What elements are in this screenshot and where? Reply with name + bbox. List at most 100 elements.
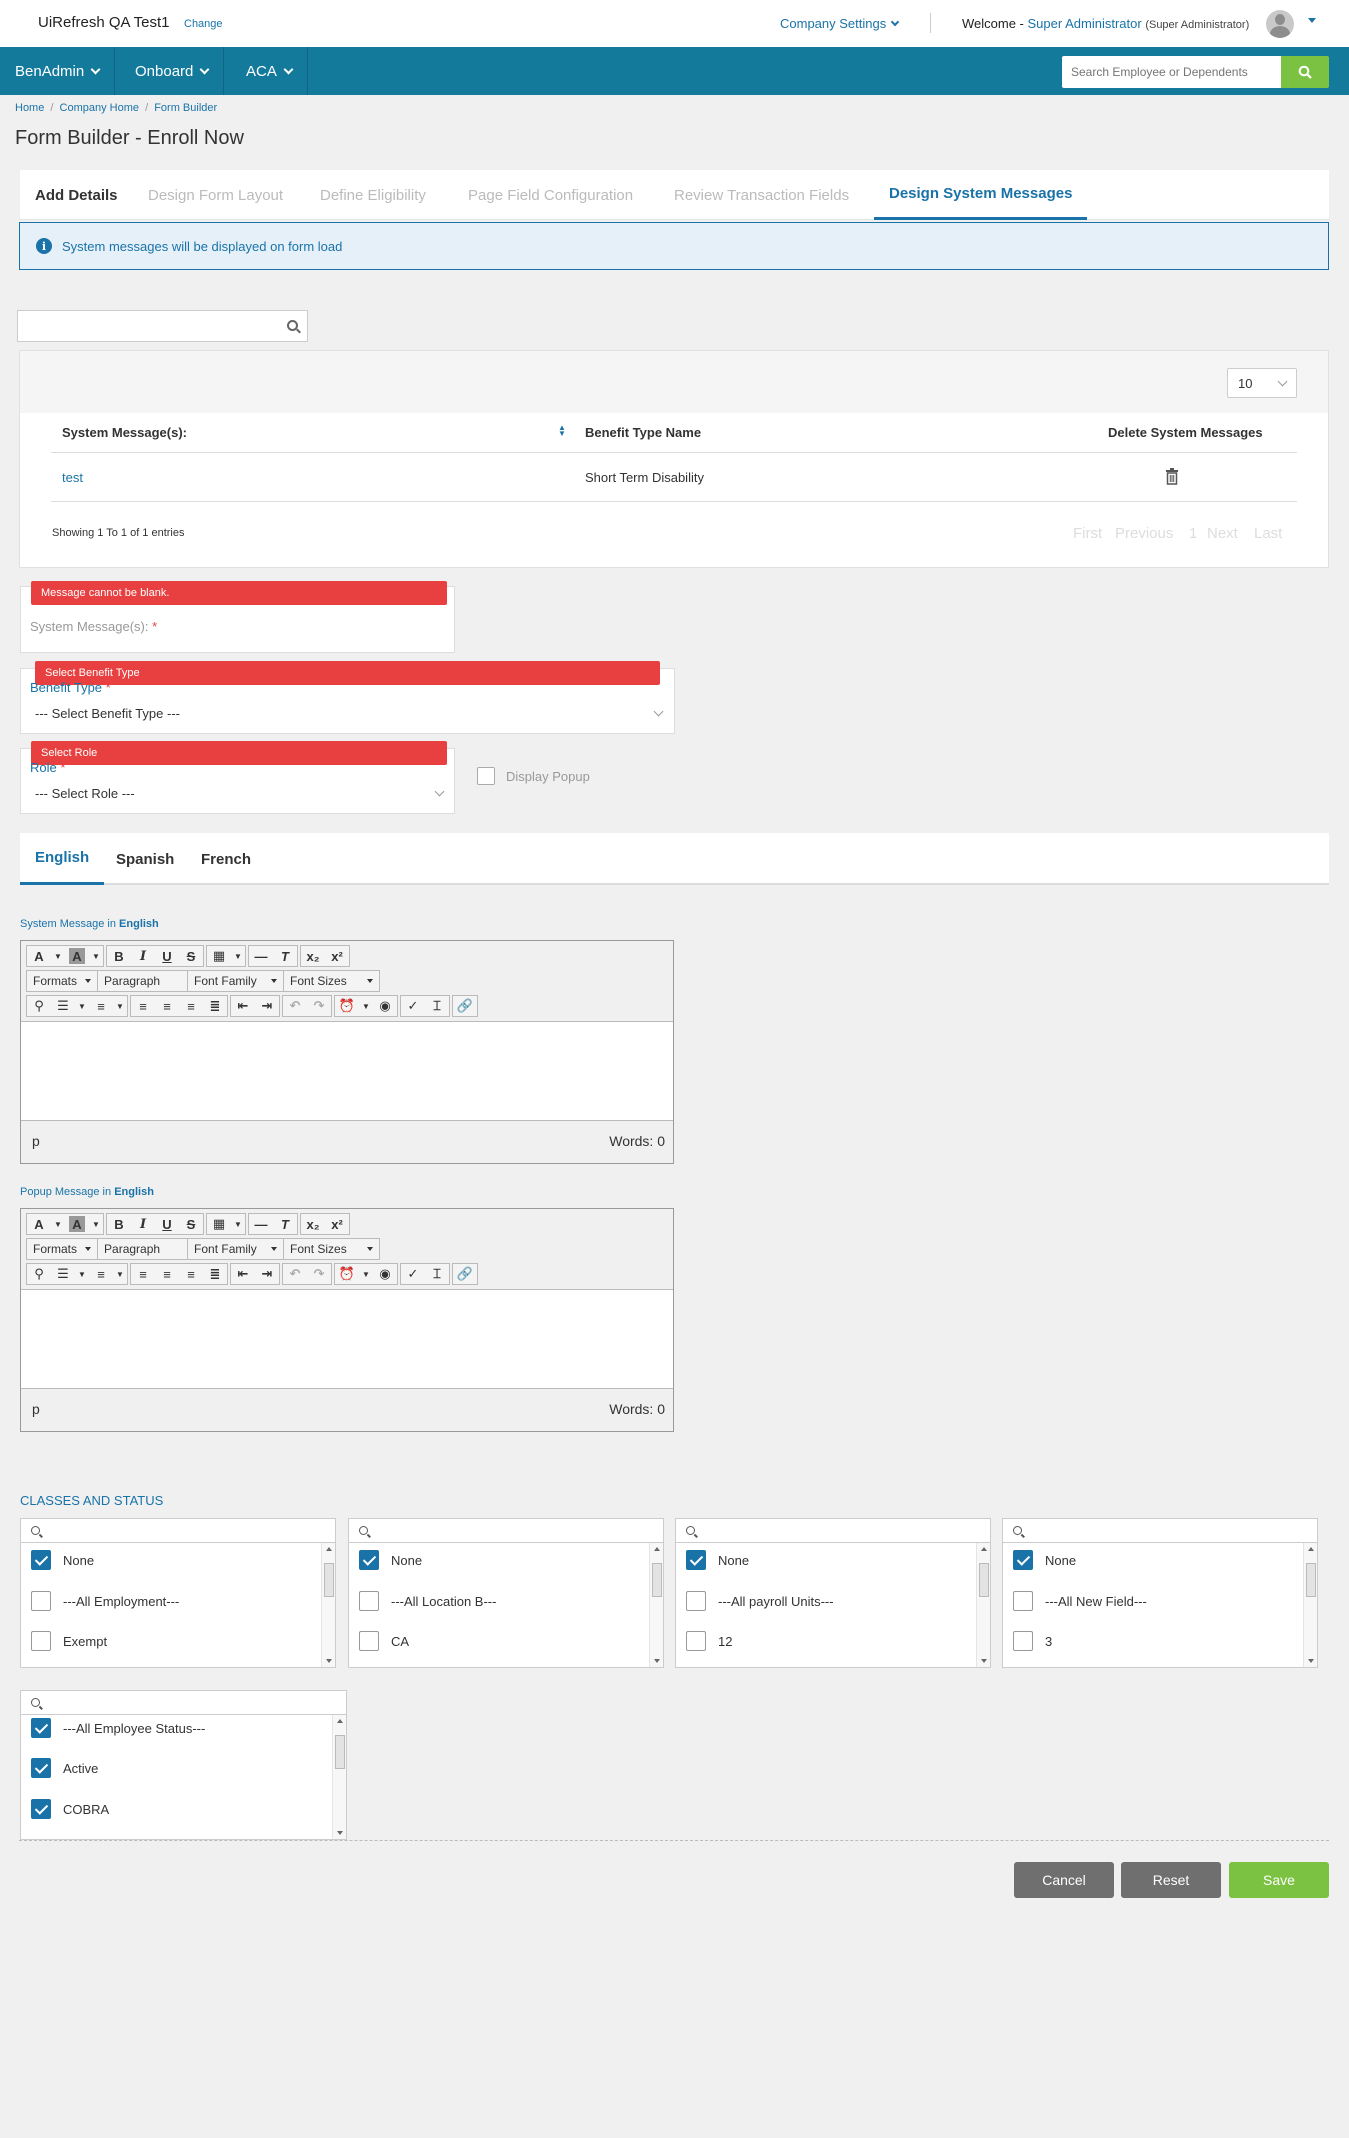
breadcrumb-home[interactable]: Home xyxy=(15,102,44,114)
bullet-list-icon[interactable]: ☰ xyxy=(51,1263,75,1285)
italic-icon[interactable]: I xyxy=(131,1213,155,1235)
dropdown-arrow-icon[interactable]: ▼ xyxy=(75,1263,89,1285)
underline-icon[interactable]: U xyxy=(155,1213,179,1235)
scroll-down-icon[interactable] xyxy=(326,1659,332,1663)
subscript-icon[interactable]: x₂ xyxy=(301,1213,325,1235)
outdent-icon[interactable]: ⇤ xyxy=(231,995,255,1017)
system-message-text-area[interactable] xyxy=(21,1021,673,1121)
list-item[interactable]: None xyxy=(1013,1550,1076,1570)
checkbox[interactable] xyxy=(686,1631,706,1651)
horizontal-rule-icon[interactable]: — xyxy=(249,1213,273,1235)
bold-icon[interactable]: B xyxy=(107,945,131,967)
redo-icon[interactable]: ↷ xyxy=(307,1263,331,1285)
scroll-down-icon[interactable] xyxy=(1308,1659,1314,1663)
dropdown-arrow-icon[interactable]: ▼ xyxy=(89,945,103,967)
scroll-up-icon[interactable] xyxy=(1308,1547,1314,1551)
align-center-icon[interactable]: ≡ xyxy=(155,995,179,1017)
breadcrumb-form-builder[interactable]: Form Builder xyxy=(154,102,217,114)
checkbox[interactable] xyxy=(31,1550,51,1570)
scroll-down-icon[interactable] xyxy=(654,1659,660,1663)
outdent-icon[interactable]: ⇤ xyxy=(231,1263,255,1285)
list-item[interactable]: 12 xyxy=(686,1631,732,1651)
tab-french[interactable]: French xyxy=(201,833,251,885)
cancel-button[interactable]: Cancel xyxy=(1014,1862,1114,1898)
strikethrough-icon[interactable]: S xyxy=(179,1213,203,1235)
formats-select[interactable]: Formats xyxy=(27,1239,99,1259)
scroll-thumb[interactable] xyxy=(324,1563,334,1597)
font-sizes-select[interactable]: Font Sizes xyxy=(284,1239,379,1259)
checkbox[interactable] xyxy=(359,1631,379,1651)
date-time-icon[interactable]: ⏰ xyxy=(335,1263,359,1285)
company-settings-menu[interactable]: Company Settings xyxy=(780,16,900,31)
list-item[interactable]: CA xyxy=(359,1631,409,1651)
row-message-link[interactable]: test xyxy=(62,470,83,485)
find-replace-icon[interactable]: ⚲ xyxy=(27,1263,51,1285)
clear-format-icon[interactable]: T xyxy=(273,1213,297,1235)
checkbox[interactable] xyxy=(1013,1631,1033,1651)
list-item[interactable]: 3 xyxy=(1013,1631,1052,1651)
list-item[interactable]: ---All payroll Units--- xyxy=(686,1591,834,1611)
bold-icon[interactable]: B xyxy=(107,1213,131,1235)
nav-aca[interactable]: ACA xyxy=(231,47,308,95)
pager-page-1[interactable]: 1 xyxy=(1189,525,1197,542)
font-family-select[interactable]: Font Family xyxy=(188,1239,285,1259)
dropdown-arrow-icon[interactable]: ▼ xyxy=(51,1213,65,1235)
formats-select[interactable]: Formats xyxy=(27,971,99,991)
list-search-input[interactable] xyxy=(21,1691,346,1715)
page-break-icon[interactable]: ⌶ xyxy=(425,995,449,1017)
preview-icon[interactable]: ◉ xyxy=(373,995,397,1017)
breadcrumb-company-home[interactable]: Company Home xyxy=(60,102,139,114)
find-replace-icon[interactable]: ⚲ xyxy=(27,995,51,1017)
popup-message-text-area[interactable] xyxy=(21,1289,673,1389)
dropdown-arrow-icon[interactable]: ▼ xyxy=(113,995,127,1017)
dropdown-arrow-icon[interactable]: ▼ xyxy=(231,1213,245,1235)
paragraph-select[interactable]: Paragraph xyxy=(98,971,189,991)
scroll-up-icon[interactable] xyxy=(981,1547,987,1551)
align-center-icon[interactable]: ≡ xyxy=(155,1263,179,1285)
scroll-thumb[interactable] xyxy=(979,1563,989,1597)
checkbox[interactable] xyxy=(31,1718,51,1738)
checkbox[interactable] xyxy=(686,1591,706,1611)
save-button[interactable]: Save xyxy=(1229,1862,1329,1898)
change-company-link[interactable]: Change xyxy=(184,18,223,30)
dropdown-arrow-icon[interactable]: ▼ xyxy=(75,995,89,1017)
date-time-icon[interactable]: ⏰ xyxy=(335,995,359,1017)
indent-icon[interactable]: ⇥ xyxy=(255,995,279,1017)
numbered-list-icon[interactable]: ≡ xyxy=(89,995,113,1017)
checkbox[interactable] xyxy=(31,1799,51,1819)
paragraph-select[interactable]: Paragraph xyxy=(98,1239,189,1259)
pager-first[interactable]: First xyxy=(1073,525,1102,542)
list-scrollbar[interactable] xyxy=(976,1543,990,1667)
tab-design-system-messages[interactable]: Design System Messages xyxy=(874,170,1088,220)
list-item[interactable]: ---All Employment--- xyxy=(31,1591,179,1611)
scroll-thumb[interactable] xyxy=(1306,1563,1316,1597)
pager-last[interactable]: Last xyxy=(1254,525,1282,542)
justify-icon[interactable]: ≣ xyxy=(203,1263,227,1285)
list-search-input[interactable] xyxy=(1003,1519,1317,1543)
spellcheck-icon[interactable]: ✓ xyxy=(401,1263,425,1285)
tab-add-details[interactable]: Add Details xyxy=(35,170,118,220)
col-system-message[interactable]: System Message(s): xyxy=(62,425,187,440)
text-color-icon[interactable]: A xyxy=(27,1213,51,1235)
list-scrollbar[interactable] xyxy=(321,1543,335,1667)
list-item[interactable]: ---All Location B--- xyxy=(359,1591,496,1611)
scroll-up-icon[interactable] xyxy=(654,1547,660,1551)
scroll-up-icon[interactable] xyxy=(326,1547,332,1551)
align-right-icon[interactable]: ≡ xyxy=(179,1263,203,1285)
checkbox[interactable] xyxy=(1013,1591,1033,1611)
spellcheck-icon[interactable]: ✓ xyxy=(401,995,425,1017)
tab-spanish[interactable]: Spanish xyxy=(116,833,174,885)
checkbox[interactable] xyxy=(31,1631,51,1651)
justify-icon[interactable]: ≣ xyxy=(203,995,227,1017)
font-family-select[interactable]: Font Family xyxy=(188,971,285,991)
page-size-select[interactable]: 10 xyxy=(1227,368,1297,398)
tab-page-field-configuration[interactable]: Page Field Configuration xyxy=(468,170,633,220)
page-break-icon[interactable]: ⌶ xyxy=(425,1263,449,1285)
superscript-icon[interactable]: x² xyxy=(325,945,349,967)
align-left-icon[interactable]: ≡ xyxy=(131,1263,155,1285)
checkbox[interactable] xyxy=(31,1758,51,1778)
clear-format-icon[interactable]: T xyxy=(273,945,297,967)
employee-search-button[interactable] xyxy=(1281,56,1329,88)
align-right-icon[interactable]: ≡ xyxy=(179,995,203,1017)
list-scrollbar[interactable] xyxy=(332,1715,346,1839)
